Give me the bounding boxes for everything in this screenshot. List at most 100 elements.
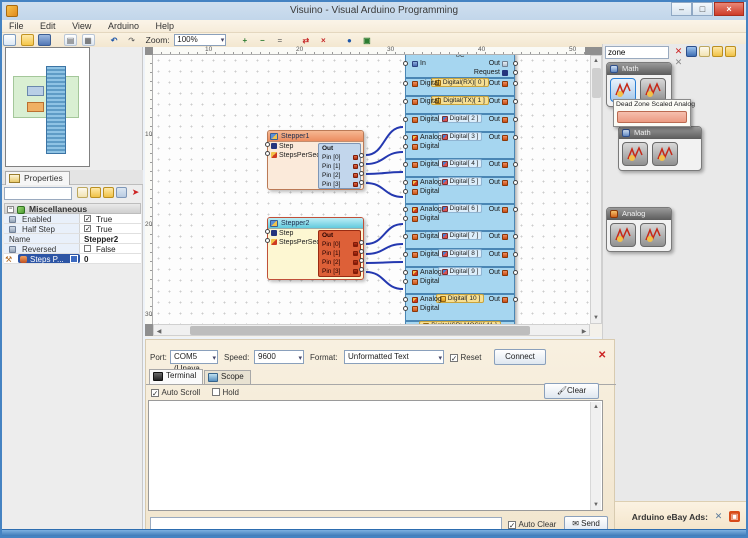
delete-button[interactable]: × [317,34,330,46]
property-row-enabled[interactable]: Enabled ✓ True [4,214,141,224]
arduino-board-component[interactable]: UC InOut Request Digital(RX)[ 0 ] Digita… [405,55,515,324]
ad-settings-icon[interactable]: ✕ [713,511,724,522]
pin-connector[interactable] [403,162,408,167]
filter-icon[interactable] [77,187,88,198]
pin-connector[interactable] [359,258,364,263]
comments-icon[interactable] [699,46,710,57]
checkbox-unchecked[interactable] [84,245,91,252]
pin-connector[interactable] [403,81,408,86]
pin-connector[interactable] [403,117,408,122]
collapse-categories-icon[interactable] [712,46,723,57]
component-tile[interactable] [652,142,678,166]
pin-connector[interactable] [403,61,408,66]
close-button[interactable]: × [714,2,744,16]
pin-connector[interactable] [513,70,518,75]
property-row-half-step[interactable]: Half Step ✓ True [4,224,141,234]
reset-checkbox[interactable]: ✓ Reset [450,352,481,362]
arrange-icon[interactable] [116,187,127,198]
scroll-right-icon[interactable]: ▶ [579,327,589,337]
pin-connector[interactable] [359,162,364,167]
refresh-button[interactable]: ⇄ [299,34,312,46]
format-select[interactable]: Unformatted Text▾ [344,350,444,364]
design-canvas[interactable]: Stepper1 Step StepsPerSecond Out Pin [0]… [153,55,590,324]
open-button[interactable] [21,34,34,46]
pin-connector[interactable] [403,297,408,302]
help-icon[interactable]: ● [343,34,356,46]
pin-connector[interactable] [403,207,408,212]
clear-button[interactable]: 🖌Clear [544,383,599,399]
pin-connector[interactable] [359,267,364,272]
pin-connector[interactable] [359,240,364,245]
pin-connector[interactable] [513,252,518,257]
auto-clear-checkbox[interactable]: ✓ Auto Clear [508,519,556,529]
scrollbar-thumb[interactable] [592,68,601,98]
zoom-in-button[interactable]: + [238,34,251,46]
expand-all-icon[interactable] [103,187,114,198]
scroll-down-icon[interactable]: ▼ [591,313,601,323]
pin-connector[interactable] [513,135,518,140]
save-button[interactable] [38,34,51,46]
redo-button[interactable]: ↷ [125,34,138,46]
pin-connector[interactable] [265,151,270,156]
property-row-name[interactable]: Name Stepper2 [4,234,141,244]
canvas-vertical-scrollbar[interactable]: ▲ ▼ [590,55,602,324]
property-row-steps-selected[interactable]: ⚒ Steps P... 0 [4,254,141,264]
pin-connector[interactable] [265,142,270,147]
stepper2-component[interactable]: Stepper2 Step StepsPerSecond Out Pin [0]… [267,217,364,280]
pin-connector[interactable] [359,180,364,185]
expand-editor-icon[interactable] [70,255,78,263]
pin-connector[interactable] [403,180,408,185]
checkbox-checked[interactable]: ✓ [84,215,91,222]
checkbox-checked[interactable]: ✓ [84,225,91,232]
terminal-scrollbar[interactable]: ▲ ▼ [590,402,601,510]
pin-connector[interactable] [403,279,408,284]
category-header-analog[interactable]: Analog [607,208,671,220]
pin-connector[interactable] [513,117,518,122]
clear-search-icon[interactable]: ✕ [673,46,684,57]
component-tile[interactable] [610,223,636,247]
pin-connector[interactable] [265,229,270,234]
tab-properties[interactable]: Properties [5,171,70,185]
pin-connector[interactable] [403,135,408,140]
pin-connector[interactable] [513,234,518,239]
pin-connector[interactable] [403,252,408,257]
auto-scroll-checkbox[interactable]: ✓ Auto Scroll [151,387,200,397]
pin-connector[interactable] [513,162,518,167]
speed-select[interactable]: 9600▾ [254,350,304,364]
gallery-icon[interactable]: ▣ [360,34,373,46]
pin-connector[interactable] [513,99,518,104]
pin-connector[interactable] [403,144,408,149]
disconnect-icon[interactable]: ✕ [598,350,606,361]
pin-connector[interactable] [513,297,518,302]
minimize-button[interactable]: – [671,2,692,16]
overview-preview[interactable] [5,47,90,167]
collapse-all-icon[interactable] [90,187,101,198]
canvas-horizontal-scrollbar[interactable]: ◀ ▶ [153,324,590,336]
expand-categories-icon[interactable] [725,46,736,57]
tab-scope[interactable]: Scope [204,370,251,384]
pin-connector[interactable] [403,216,408,221]
zoom-fit-button[interactable]: = [273,34,286,46]
menu-arduino[interactable]: Arduino [101,20,146,32]
scroll-down-icon[interactable]: ▼ [591,500,601,510]
property-category[interactable]: − Miscellaneous [4,203,141,214]
scroll-left-icon[interactable]: ◀ [154,327,164,337]
pin-connector[interactable] [359,171,364,176]
tab-terminal[interactable]: Terminal [149,369,203,384]
filter-icon[interactable] [686,46,697,57]
pin-connector[interactable] [513,61,518,66]
zoom-out-button[interactable]: − [256,34,269,46]
stepper1-component[interactable]: Stepper1 Step StepsPerSecond Out Pin [0]… [267,130,364,190]
category-header-math[interactable]: Math [619,127,701,139]
scrollbar-thumb[interactable] [190,326,530,335]
connect-button[interactable]: Connect [494,349,546,365]
menu-help[interactable]: Help [148,20,181,32]
zoom-select[interactable]: 100%▾ [174,34,226,46]
scroll-up-icon[interactable]: ▲ [591,402,601,412]
pin-icon[interactable]: ➤ [130,187,141,198]
component-tile[interactable] [640,223,666,247]
property-row-reversed[interactable]: Reversed False [4,244,141,254]
undo-button[interactable]: ↶ [108,34,121,46]
pin-connector[interactable] [403,99,408,104]
ad-close-icon[interactable]: ▣ [729,511,740,522]
